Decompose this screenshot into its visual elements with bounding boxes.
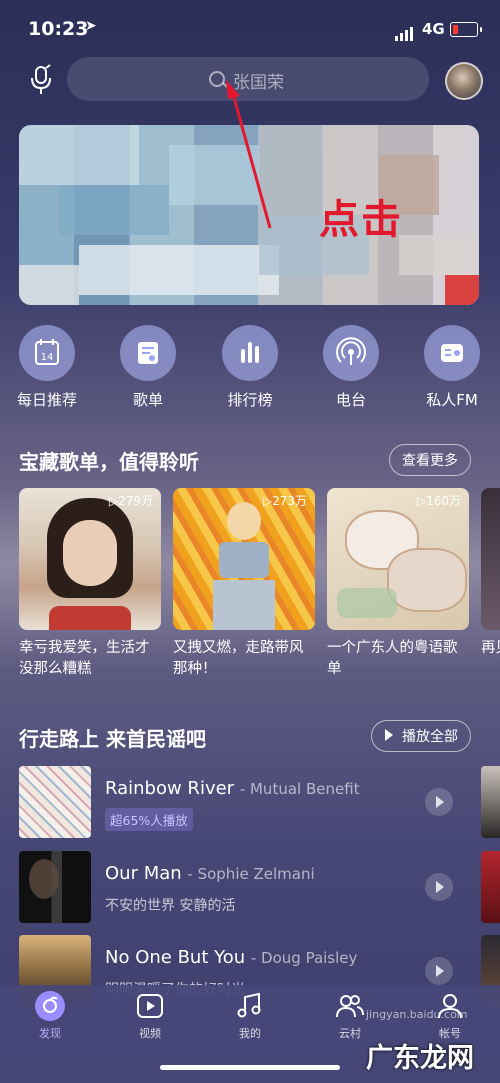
playlist-title: 再见 [481,640,500,656]
play-circle-icon[interactable] [425,873,453,901]
community-icon [335,991,365,1021]
nav-label: 排行榜 [227,391,273,409]
tab-mine[interactable]: 我的 [220,991,280,1041]
playlist-card[interactable]: ▷160万 一个广东人的粤语歌单 [327,488,469,680]
chart-bars-icon [222,325,278,381]
next-column-peek [481,851,500,923]
watermark-url: jingyan.baidu.com [366,1008,468,1021]
location-arrow-icon: ➤ [85,18,97,34]
search-input[interactable]: 张国荣 [67,57,429,101]
playlist-title: 幸亏我爱笑，生活才没那么糟糕 [19,640,150,677]
nav-charts[interactable]: 排行榜 [202,325,298,410]
tab-label: 视频 [139,1027,161,1040]
status-time: 10:23 [28,18,89,40]
playlist-cover: ▷273万 [173,488,315,630]
playlist-cover: ▷279万 [19,488,161,630]
battery-icon [450,22,482,37]
play-circle-icon[interactable] [425,788,453,816]
banner-tag [445,275,479,305]
video-icon [135,991,165,1021]
home-indicator [160,1065,340,1070]
play-all-button[interactable]: 播放全部 [371,720,471,752]
play-icon [385,729,393,741]
nav-radio[interactable]: 电台 [303,325,399,410]
tab-label: 我的 [239,1027,261,1040]
nav-daily-recommend[interactable]: 14 每日推荐 [0,325,95,410]
playlist-cover [481,488,500,630]
song-row[interactable]: Our Man - Sophie Zelmani 不安的世界 安静的活 [19,851,500,923]
song-name: Our Man [105,863,182,884]
tab-discover[interactable]: 发现 [20,991,80,1041]
song-artist: - Mutual Benefit [239,780,360,798]
next-column-peek [481,766,500,838]
tab-video[interactable]: 视频 [120,991,180,1041]
tab-label: 发现 [39,1027,61,1040]
song-artist: - Sophie Zelmani [187,865,315,883]
nav-label: 私人FM [426,391,478,409]
play-count: ▷273万 [262,494,307,508]
music-note-icon [235,991,265,1021]
play-all-label: 播放全部 [402,729,458,745]
song-cover [19,851,91,923]
status-bar: 10:23 ➤ 4G [0,0,500,58]
song-badge: 超65%人播放 [105,808,193,831]
playlist-title: 一个广东人的粤语歌单 [327,640,458,677]
playlist-card[interactable]: ▷273万 又拽又燃，走路带风那种！ [173,488,315,680]
avatar[interactable] [445,62,483,100]
song-cover [19,766,91,838]
play-count: ▷279万 [108,494,153,508]
discover-icon [35,991,65,1021]
nav-label: 电台 [335,391,366,409]
section-title: 行走路上 来首民谣吧 [19,727,206,751]
calendar-day: 14 [41,352,54,363]
radio-icon [323,325,379,381]
playlist-cover: ▷160万 [327,488,469,630]
playlist-card[interactable]: ▷279万 幸亏我爱笑，生活才没那么糟糕 [19,488,161,680]
microphone-icon[interactable] [28,64,54,96]
song-name: Rainbow River [105,778,235,799]
fm-icon [424,325,480,381]
song-name: No One But You [105,947,246,968]
song-artist: - Doug Paisley [250,949,358,967]
annotation-click-label: 点击 [319,197,403,243]
playlist-carousel: ▷279万 幸亏我爱笑，生活才没那么糟糕 ▷273万 又拽又燃，走路带风那种！ … [19,488,500,688]
play-circle-icon[interactable] [425,957,453,985]
playlist-title: 又拽又燃，走路带风那种！ [173,640,304,677]
nav-label: 每日推荐 [16,391,77,409]
play-count: ▷160万 [416,494,461,508]
calendar-icon: 14 [19,325,75,381]
search-icon [209,71,225,87]
playlist-icon [120,325,176,381]
banner-carousel[interactable]: 点击 [19,125,479,305]
nav-playlist[interactable]: 歌单 [100,325,196,410]
signal-icon [395,22,415,41]
nav-label: 歌单 [132,391,163,409]
song-title: Rainbow River - Mutual Benefit [105,778,360,799]
search-placeholder: 张国荣 [233,73,284,93]
view-more-button[interactable]: 查看更多 [389,444,471,476]
watermark-text: 广东龙网 [366,1043,474,1074]
playlist-card[interactable]: 再见 [481,488,500,659]
song-subtitle: 不安的世界 安静的活 [105,898,236,914]
song-row[interactable]: Rainbow River - Mutual Benefit 超65%人播放 [19,766,500,838]
quick-nav: 14 每日推荐 歌单 排行榜 电台 私人FM [0,325,500,415]
network-type: 4G [422,20,445,38]
nav-private-fm[interactable]: 私人FM [404,325,500,410]
song-title: No One But You - Doug Paisley [105,947,357,968]
section-title: 宝藏歌单，值得聆听 [19,450,199,474]
song-title: Our Man - Sophie Zelmani [105,863,315,884]
